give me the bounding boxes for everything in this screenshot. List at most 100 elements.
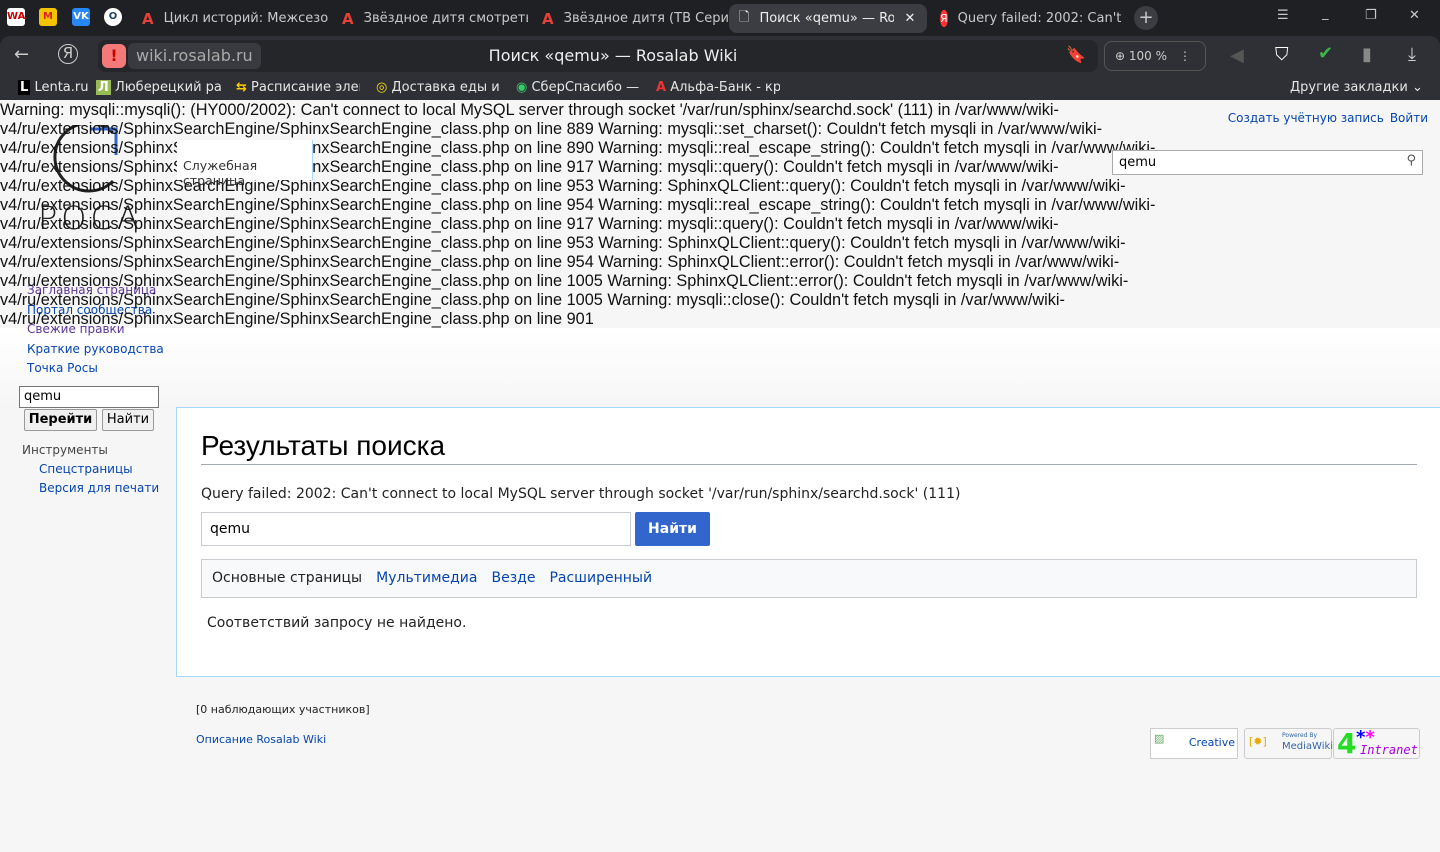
bookmark-label: Lenta.ru [34, 80, 88, 95]
document-icon: 🗋 [739, 9, 750, 25]
cc-badge[interactable]: ▨ Creative [1150, 728, 1238, 759]
profile-default[interactable]: Основные страницы [212, 570, 362, 587]
profile-multimedia[interactable]: Мультимедиа [376, 570, 477, 587]
bookmark-item[interactable]: ⇆ Расписание элект [236, 80, 360, 95]
warning-line: v4/ru/extensions/SphinxSearchEngine/Sphi… [0, 291, 1065, 309]
content: Результаты поиска Query failed: 2002: Ca… [176, 407, 1440, 677]
bookmark-label: Альфа-Банк - кре [670, 80, 780, 95]
bookmark-label: СберСпасибо — ( [531, 80, 642, 95]
tab-1[interactable]: A Цикл историй: Межсезон [132, 4, 328, 33]
search-button[interactable]: Найти [635, 512, 710, 546]
logo-text: РОСА [38, 199, 143, 237]
tab-5[interactable]: Я Query failed: 2002: Can't c [930, 4, 1126, 33]
profile-all[interactable]: Везде [491, 570, 535, 587]
watchers-count: [0 наблюдающих участников] [196, 703, 370, 716]
bookmark-icon[interactable]: 🔖 [1066, 45, 1086, 64]
intranet-text: Intranet [1360, 743, 1418, 757]
search-profiles: Основные страницы Мультимедиа Везде Расш… [201, 559, 1417, 598]
bookmark-item[interactable]: L Lenta.ru [18, 80, 88, 95]
pinned-tab-wa[interactable]: WA [7, 8, 25, 26]
sidebar-search-input[interactable]: qemu [19, 386, 159, 408]
bookmark-item[interactable]: ◉ СберСпасибо — ( [516, 80, 642, 95]
tab-special-page[interactable]: Служебная страница [177, 140, 313, 188]
intranet-badge[interactable]: 4 ** Intranet [1333, 727, 1420, 760]
alpha-icon: A [142, 9, 154, 28]
find-button[interactable]: Найти [102, 409, 154, 431]
nav-main-page[interactable]: Заглавная страница [27, 283, 156, 297]
profile-advanced[interactable]: Расширенный [549, 570, 652, 587]
browser-chrome: WA M VK O A Цикл историй: Межсезон A Звёзд… [0, 0, 1440, 100]
adguard-icon[interactable]: ✔ [1318, 43, 1333, 64]
new-tab-button[interactable]: + [1134, 6, 1158, 30]
other-bookmarks-label: Другие закладки [1290, 80, 1408, 95]
address-bar[interactable]: ! wiki.rosalab.ru Поиск «qemu» — Rosalab… [98, 40, 1098, 72]
other-bookmarks[interactable]: Другие закладки ⌄ [1290, 80, 1423, 95]
nav-bar: ← Я ↻ ! wiki.rosalab.ru Поиск «qemu» — R… [0, 36, 1440, 76]
zoom-icon: ⊕ [1115, 49, 1129, 63]
login-link[interactable]: Войти [1390, 111, 1428, 125]
alpha-icon: A [542, 9, 554, 28]
broken-image-icon: ▨ [1154, 732, 1165, 745]
yandex-icon: Я [940, 10, 948, 27]
mw-text: MediaWiki [1282, 741, 1334, 752]
personal-tools: Создать учётную запись Войти [1222, 111, 1428, 125]
bookmark-item[interactable]: A Альфа-Банк - кре [656, 80, 780, 95]
close-tab-icon[interactable]: ✕ [904, 11, 915, 26]
more-icon[interactable]: ⋮ [1179, 49, 1191, 63]
nav-guides[interactable]: Краткие руководства [27, 342, 164, 356]
pinned-tab-o[interactable]: O [104, 8, 122, 26]
pinned-tab-mail[interactable]: M [39, 8, 57, 26]
header-search-value: qemu [1119, 155, 1157, 170]
no-results-text: Соответствий запросу не найдено. [207, 615, 467, 631]
mediawiki-badge[interactable]: [✹] Powered By MediaWiki [1244, 728, 1334, 759]
tool-print-version[interactable]: Версия для печати [39, 481, 159, 495]
tab-label: Звёздное дитя смотреть [363, 11, 528, 26]
tab-2[interactable]: A Звёздное дитя смотреть [332, 4, 528, 33]
bookmark-item[interactable]: ◎ Доставка еды и п [376, 80, 502, 95]
query-error: Query failed: 2002: Can't connect to loc… [201, 486, 961, 502]
create-account-link[interactable]: Создать учётную запись [1228, 111, 1384, 125]
yandex-home-icon[interactable]: Я [58, 44, 78, 64]
reader-icon[interactable]: ▮ [1362, 44, 1372, 65]
nav-community-portal[interactable]: Портал сообщества [27, 303, 152, 317]
tab-label: Звёздное дитя (ТВ Сериа [563, 11, 728, 26]
about-link[interactable]: Описание Rosalab Wiki [196, 733, 326, 746]
rosa-logo[interactable]: РОСА [38, 121, 148, 237]
shield-icon[interactable]: ⛉ [1275, 44, 1289, 65]
tools-heading: Инструменты [22, 443, 108, 457]
mw-powered: Powered By [1282, 732, 1318, 739]
warning-line: v4/ru/extensions/SphinxSearchEngine/Sphi… [0, 272, 1129, 290]
zoom-control[interactable]: ⊕ 100 % ⋮ [1104, 41, 1206, 71]
nav-recent-changes[interactable]: Свежие правки [27, 322, 125, 336]
warning-line: v4/ru/extensions/SphinxSearchEngine/Sphi… [0, 215, 1059, 233]
sound-icon[interactable]: ◀ [1230, 45, 1244, 66]
tab-active[interactable]: 🗋 Поиск «qemu» — Rosal ✕ [729, 4, 927, 33]
header-search-input[interactable]: qemu ⚲ [1112, 150, 1423, 175]
warning-line: v4/ru/extensions/SphinxSearchEngine/Sphi… [0, 234, 1126, 252]
nav-tochka-rosy[interactable]: Точка Росы [27, 361, 98, 375]
download-icon[interactable]: ⤓ [1408, 44, 1416, 65]
header-fade [0, 328, 1440, 408]
tab-3[interactable]: A Звёздное дитя (ТВ Сериа [532, 4, 728, 33]
sunflower-icon: [✹] [1249, 735, 1267, 748]
tab-label: Query failed: 2002: Can't c [957, 11, 1126, 26]
minimize-icon[interactable]: _ [1322, 6, 1329, 21]
search-icon[interactable]: ⚲ [1406, 153, 1416, 168]
bookmark-label: Расписание элект [251, 80, 360, 95]
pinned-tab-vk[interactable]: VK [72, 8, 90, 26]
go-button[interactable]: Перейти [24, 409, 97, 431]
tab-strip: WA M VK O A Цикл историй: Межсезон A Звёзд… [0, 0, 1440, 36]
back-icon[interactable]: ← [14, 44, 29, 65]
search-input[interactable]: qemu [201, 512, 631, 546]
intranet-4: 4 [1337, 727, 1357, 760]
php-warnings: Warning: mysqli::mysqli(): (HY000/2002):… [0, 101, 1440, 328]
warning-line: v4/ru/extensions/SphinxSearchEngine/Sphi… [0, 253, 1120, 271]
close-window-icon[interactable]: ✕ [1409, 8, 1420, 23]
warning-line: v4/ru/extensions/SphinxSearchEngine/Sphi… [0, 310, 594, 328]
page-heading: Результаты поиска [201, 430, 1417, 465]
restore-icon[interactable]: ❐ [1365, 8, 1377, 23]
cc-badge-text: Creative [1188, 736, 1235, 749]
menu-icon[interactable]: ☰ [1277, 8, 1289, 23]
bookmark-item[interactable]: Л Люберецкий рай [96, 80, 222, 95]
tool-special-pages[interactable]: Спецстраницы [39, 462, 133, 476]
